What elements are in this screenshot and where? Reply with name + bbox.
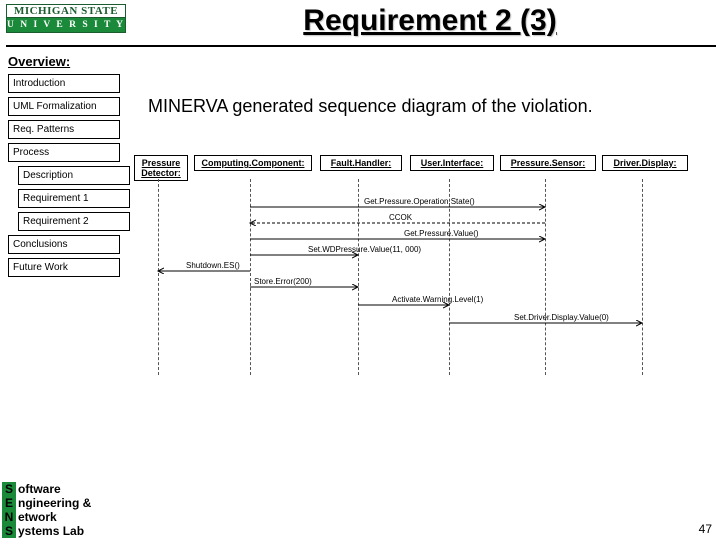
- msg-set-wdpressure-value: Set.WDPressure.Value(11, 000): [308, 245, 421, 254]
- nav-req-patterns[interactable]: Req. Patterns: [8, 120, 120, 139]
- header: MICHIGAN STATE U N I V E R S I T Y Requi…: [0, 0, 720, 52]
- participant-pressure-sensor: Pressure.Sensor:: [500, 155, 596, 171]
- msg-store-error: Store.Error(200): [254, 277, 312, 286]
- msg-shutdown-es: Shutdown.ES(): [186, 261, 240, 270]
- main-description: MINERVA generated sequence diagram of th…: [148, 96, 710, 117]
- msg-set-driver-display: Set.Driver.Display.Value(0): [514, 313, 609, 322]
- nav-uml-formalization[interactable]: UML Formalization: [8, 97, 120, 116]
- participant-driver-display: Driver.Display:: [602, 155, 688, 171]
- participant-computing-component: Computing.Component:: [194, 155, 312, 171]
- msg-get-pressure-op-state: Get.Pressure.Operation.State(): [364, 197, 475, 206]
- page-number: 47: [699, 522, 712, 536]
- sequence-diagram: Pressure Detector: Computing.Component: …: [134, 155, 716, 375]
- footer-n-word: etwork: [18, 510, 57, 524]
- participant-user-interface: User.Interface:: [410, 155, 494, 171]
- footer-e-letter: E: [2, 496, 16, 510]
- lifeline-driver-display: [642, 179, 643, 375]
- lifeline-fault-handler: [358, 179, 359, 375]
- msg-activate-warning: Activate.Warning.Level(1): [392, 295, 483, 304]
- lifeline-user-interface: [449, 179, 450, 375]
- footer-n-letter: N: [2, 510, 16, 524]
- nav-requirement-1[interactable]: Requirement 1: [18, 189, 130, 208]
- footer-e-word: ngineering &: [18, 496, 91, 510]
- nav-requirement-2[interactable]: Requirement 2: [18, 212, 130, 231]
- msu-logo: MICHIGAN STATE U N I V E R S I T Y: [6, 4, 126, 33]
- nav-process[interactable]: Process: [8, 143, 120, 162]
- logo-top-text: MICHIGAN STATE: [6, 4, 126, 17]
- lifeline-pressure-detector: [158, 179, 159, 375]
- title-underline: [6, 45, 716, 47]
- slide: MICHIGAN STATE U N I V E R S I T Y Requi…: [0, 0, 720, 540]
- footer-y-word: ystems Lab: [18, 524, 84, 538]
- sequence-arrows: [134, 155, 716, 375]
- slide-title: Requirement 2 (3): [150, 4, 710, 38]
- footer-y-letter: S: [2, 524, 16, 538]
- participant-fault-handler: Fault.Handler:: [320, 155, 402, 171]
- msg-get-pressure-value: Get.Pressure.Value(): [404, 229, 479, 238]
- footer-s-letter: S: [2, 482, 16, 496]
- nav-introduction[interactable]: Introduction: [8, 74, 120, 93]
- participant-pressure-detector: Pressure Detector:: [134, 155, 188, 181]
- logo-bottom-text: U N I V E R S I T Y: [6, 17, 126, 33]
- lifeline-pressure-sensor: [545, 179, 546, 375]
- nav-description[interactable]: Description: [18, 166, 130, 185]
- nav-conclusions[interactable]: Conclusions: [8, 235, 120, 254]
- footer-s-word: oftware: [18, 482, 61, 496]
- msg-ccok: CCOK: [389, 213, 412, 222]
- nav-future-work[interactable]: Future Work: [8, 258, 120, 277]
- lifeline-computing-component: [250, 179, 251, 375]
- nav-outline: Introduction UML Formalization Req. Patt…: [8, 74, 120, 277]
- footer-lab-name: Software Engineering & Network Systems L…: [2, 482, 91, 538]
- overview-label: Overview:: [8, 54, 70, 69]
